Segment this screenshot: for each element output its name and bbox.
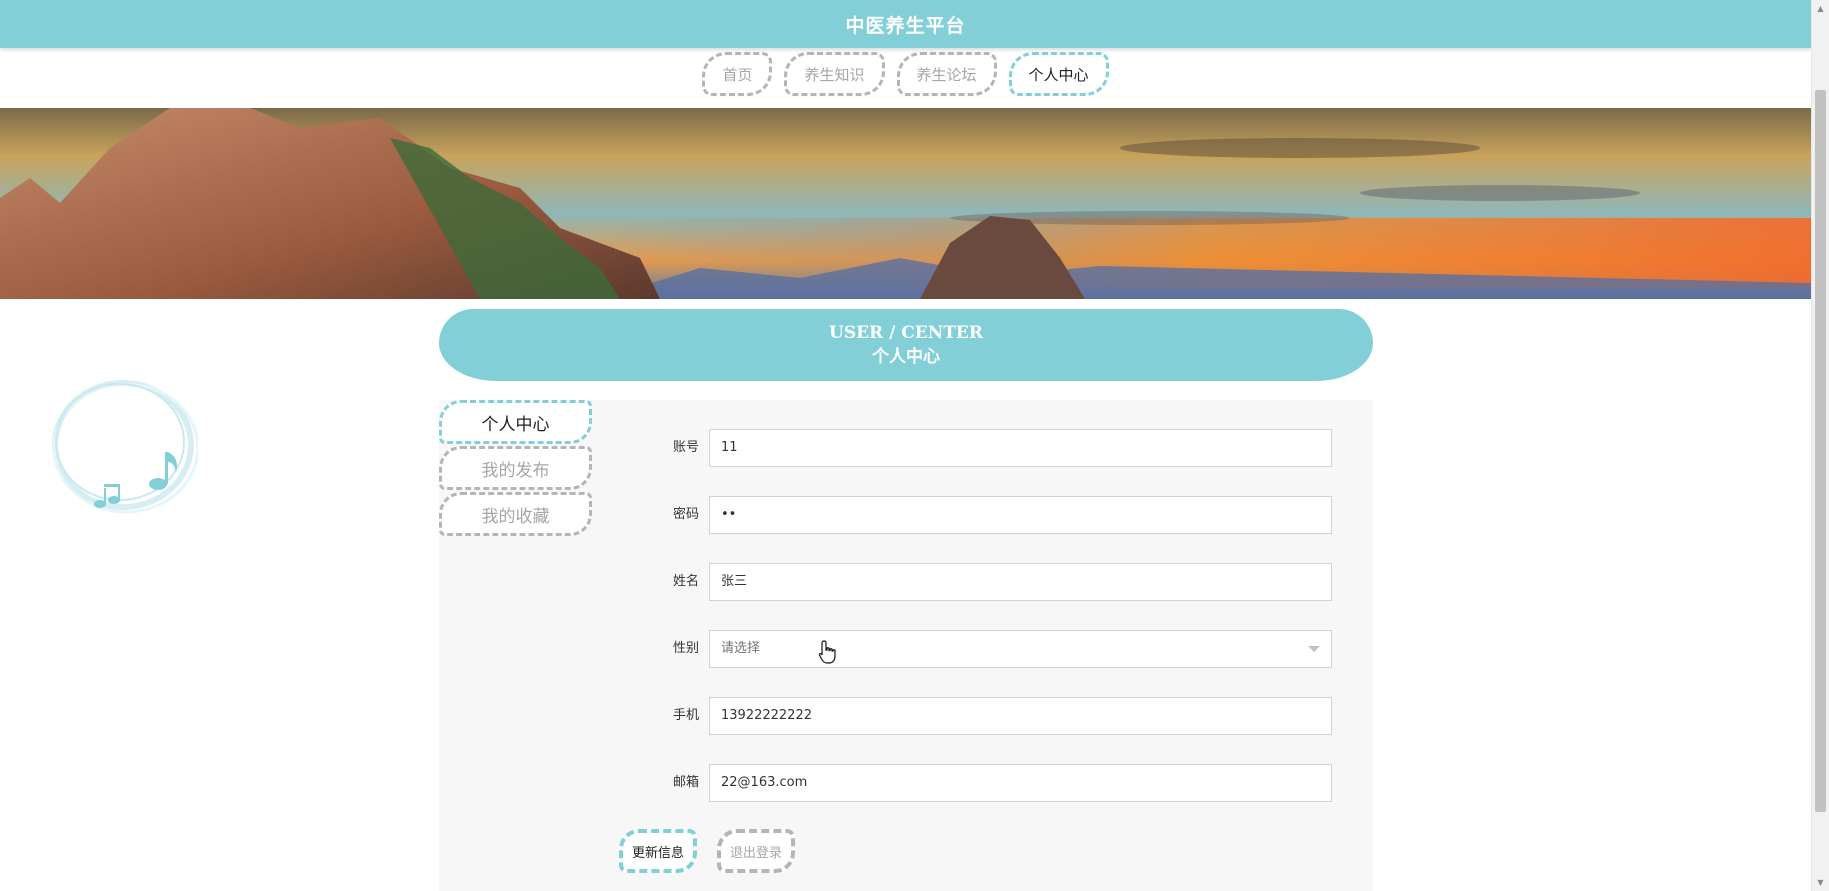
password-input[interactable]: •• [709,496,1332,534]
page: 中医养生平台 首页 养生知识 养生论坛 个人中心 USER / CENTER 个… [0,0,1829,891]
music-decoration [48,380,200,520]
update-info-button[interactable]: 更新信息 [619,829,698,873]
sidebar-tabs: 个人中心 我的发布 我的收藏 [439,400,592,538]
form-row-password: 密码 •• [660,496,1344,563]
gender-select[interactable]: 请选择 [709,630,1332,668]
banner-image [0,108,1811,299]
section-header: USER / CENTER 个人中心 [439,309,1373,381]
sidebar-tab-user-center[interactable]: 个人中心 [439,400,592,444]
gender-select-value: 请选择 [721,641,761,656]
gender-label: 性别 [672,641,699,656]
hand-pointer-icon [818,640,838,664]
sidebar-tab-my-posts[interactable]: 我的发布 [439,446,592,490]
phone-label: 手机 [672,708,699,723]
profile-form: 账号 11 密码 •• 姓名 张三 性别 请选择 手机 13922222222 … [660,429,1344,831]
section-title-cn: 个人中心 [872,347,940,367]
nav-health-forum[interactable]: 养生论坛 [896,52,997,96]
form-actions: 更新信息 退出登录 [619,829,796,873]
form-row-name: 姓名 张三 [660,563,1344,630]
sidebar-tab-my-favorites[interactable]: 我的收藏 [439,492,592,536]
phone-input[interactable]: 13922222222 [709,697,1332,735]
password-label: 密码 [672,507,699,522]
form-row-gender: 性别 请选择 [660,630,1344,697]
nav-home[interactable]: 首页 [702,52,773,96]
scroll-thumb[interactable] [1815,90,1826,812]
section-title-en: USER / CENTER [829,323,983,343]
email-input[interactable]: 22@163.com [709,764,1332,802]
name-input[interactable]: 张三 [709,563,1332,601]
email-label: 邮箱 [672,775,699,790]
form-row-phone: 手机 13922222222 [660,697,1344,764]
form-row-account: 账号 11 [660,429,1344,496]
account-input[interactable]: 11 [709,429,1332,467]
header-bar: 中医养生平台 [0,0,1811,48]
site-title: 中医养生平台 [845,14,966,37]
scroll-down-icon[interactable]: ▼ [1812,874,1829,891]
account-label: 账号 [672,440,699,455]
vertical-scrollbar[interactable]: ▲ ▼ [1811,0,1829,891]
nav-health-knowledge[interactable]: 养生知识 [784,52,885,96]
logout-button[interactable]: 退出登录 [717,829,796,873]
chevron-down-icon [1308,646,1320,652]
form-row-email: 邮箱 22@163.com [660,764,1344,831]
main-nav: 首页 养生知识 养生论坛 个人中心 [0,52,1811,102]
name-label: 姓名 [672,574,699,589]
scroll-up-icon[interactable]: ▲ [1812,0,1829,17]
nav-user-center[interactable]: 个人中心 [1008,52,1109,96]
